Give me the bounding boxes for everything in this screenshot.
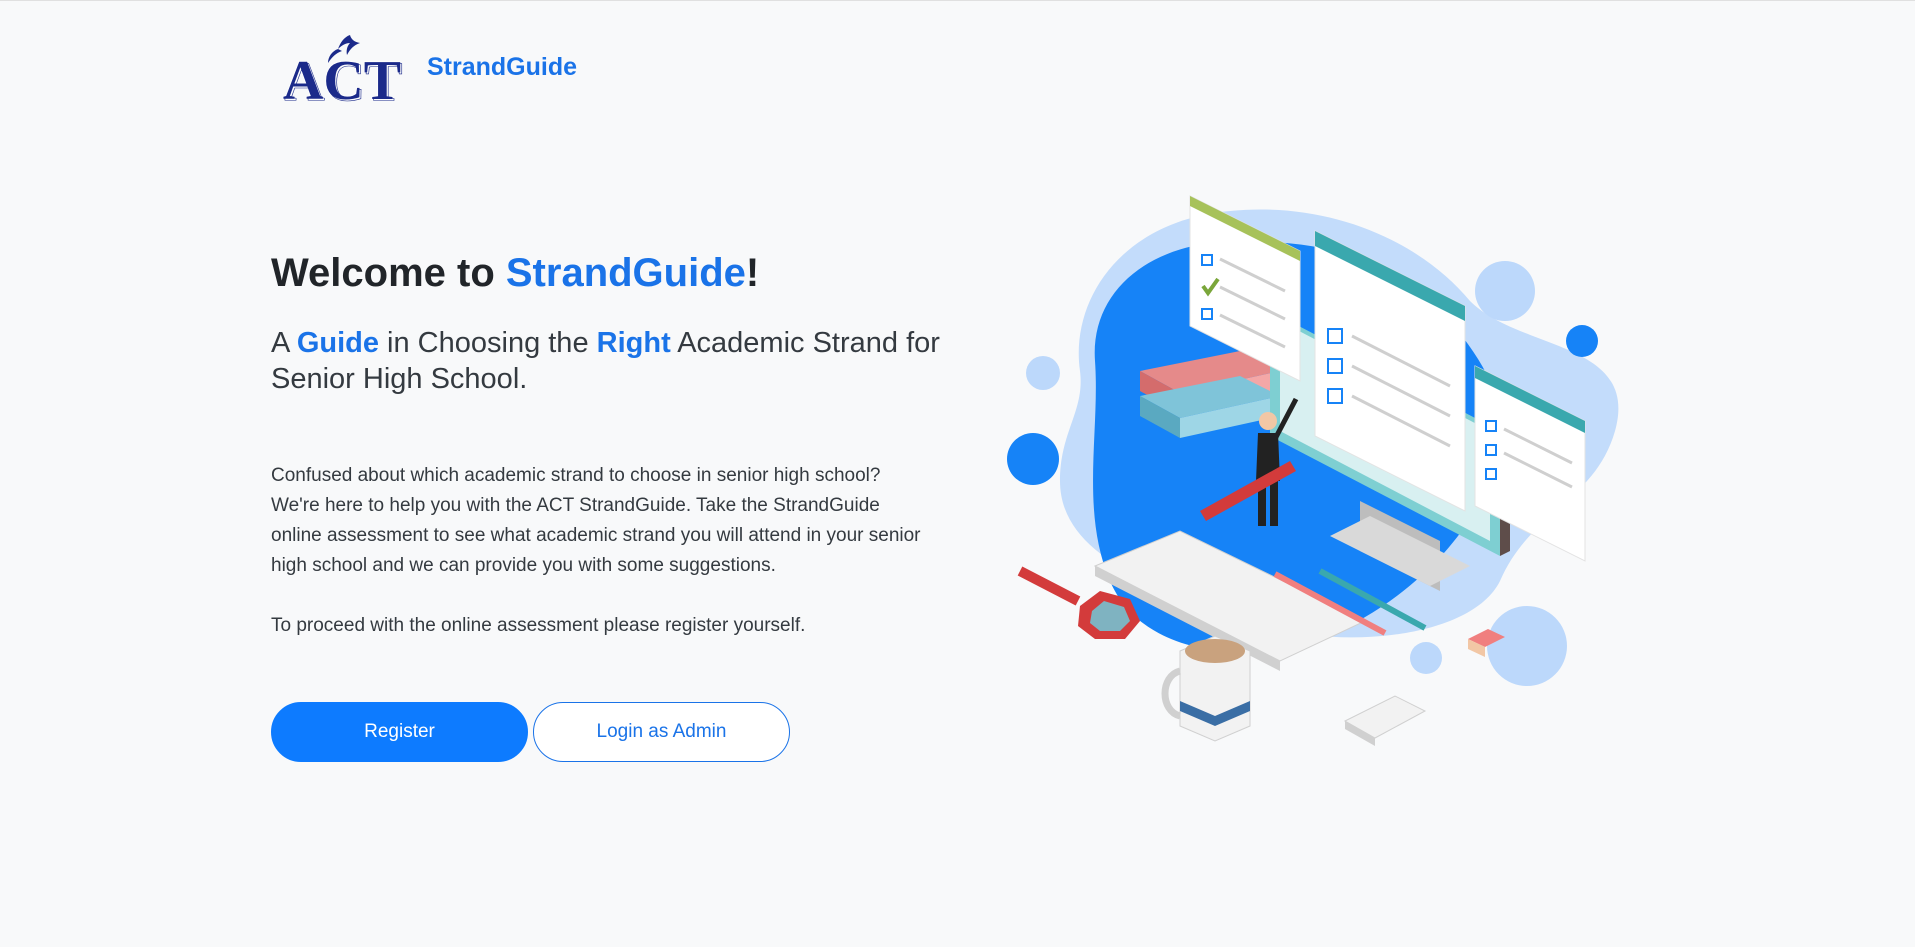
subtitle-part: A (271, 327, 297, 359)
decor-circle (1475, 261, 1535, 321)
instruction-text: To proceed with the online assessment pl… (271, 615, 806, 636)
description: Confused about which academic strand to … (271, 461, 931, 641)
title-brand: StrandGuide (505, 251, 746, 295)
decor-circle (1026, 356, 1060, 390)
page-title: Welcome to StrandGuide! (271, 249, 951, 297)
title-prefix: Welcome to (271, 251, 506, 295)
hero-section: Welcome to StrandGuide! A Guide in Choos… (271, 249, 951, 641)
title-suffix: ! (745, 251, 760, 295)
decor-circle (1410, 642, 1442, 674)
navbar: ACT ACT StrandGuide (280, 15, 577, 119)
register-button[interactable]: Register (271, 702, 528, 762)
login-admin-button[interactable]: Login as Admin (533, 702, 790, 762)
subtitle-right: Right (596, 327, 671, 359)
subtitle-guide: Guide (296, 327, 379, 359)
page-subtitle: A Guide in Choosing the Right Academic S… (271, 325, 951, 397)
subtitle-part: in Choosing the (378, 327, 597, 359)
brand-name[interactable]: StrandGuide (427, 53, 577, 82)
action-buttons: Register Login as Admin (271, 702, 790, 762)
svg-text:ACT: ACT (284, 52, 402, 106)
coffee-mug-icon (1161, 635, 1251, 742)
mouse-icon (1343, 695, 1427, 746)
decor-circle (1566, 325, 1598, 357)
act-logo[interactable]: ACT ACT (280, 29, 405, 105)
assessment-illustration (1000, 181, 1640, 761)
decor-circle (1487, 606, 1567, 686)
description-text: Confused about which academic strand to … (271, 465, 921, 576)
decor-circle (1007, 433, 1059, 485)
